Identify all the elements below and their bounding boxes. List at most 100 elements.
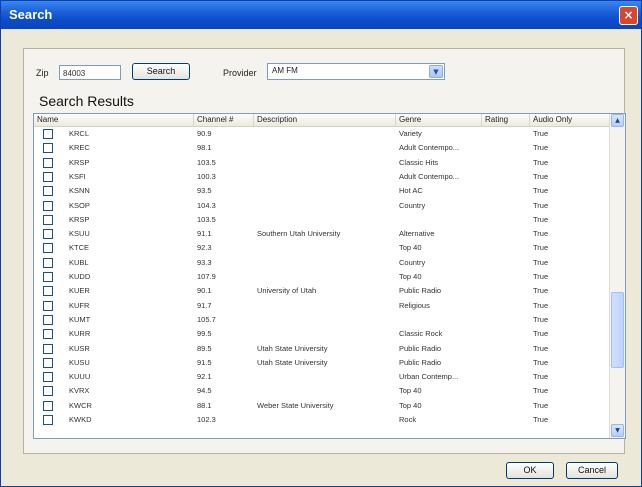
table-row[interactable]: KWKD 102.3 Rock True	[34, 414, 611, 425]
row-checkbox[interactable]	[43, 343, 53, 354]
row-checkbox[interactable]	[43, 400, 53, 411]
column-header-genre[interactable]: Genre	[396, 114, 482, 126]
table-row[interactable]: KUER 90.1 University of Utah Public Radio Tr…	[34, 285, 611, 297]
row-checkbox[interactable]	[43, 129, 53, 139]
row-checkbox[interactable]	[43, 229, 53, 240]
table-row[interactable]: KSFI 100.3 Adult Contempo... True	[34, 171, 611, 182]
cell-audio: True	[533, 357, 549, 367]
table-row[interactable]: KUSU 91.5 Utah State University Public Radi…	[34, 357, 611, 368]
title-bar[interactable]: Search ×	[1, 1, 641, 29]
table-row[interactable]: KTCE 92.3 Top 40 True	[34, 242, 611, 254]
table-row[interactable]: KUMT 105.7 True	[34, 314, 611, 325]
cell-channel: 103.5	[197, 157, 216, 167]
cell-audio: True	[533, 386, 549, 396]
row-checkbox[interactable]	[43, 143, 53, 154]
cell-rating	[485, 343, 529, 354]
scrollbar-thumb[interactable]	[611, 292, 624, 368]
table-row[interactable]: KWCR 88.1 Weber State University Top 40 True	[34, 400, 611, 411]
cell-description	[257, 328, 395, 339]
row-checkbox[interactable]	[43, 286, 53, 297]
table-row[interactable]: KURR 99.5 Classic Rock True	[34, 328, 611, 340]
row-checkbox[interactable]	[43, 243, 53, 254]
cancel-button[interactable]: Cancel	[566, 462, 618, 479]
provider-label: Provider	[223, 68, 257, 78]
row-checkbox[interactable]	[43, 314, 53, 325]
table-row[interactable]: KUFR 91.7 Religious True	[34, 300, 611, 311]
cell-channel: 89.5	[197, 343, 212, 353]
table-row[interactable]: KRSP 103.5 Classic Hits True	[34, 157, 611, 168]
table-row[interactable]: KRCL 90.9 Variety True	[34, 128, 611, 139]
row-checkbox[interactable]	[43, 415, 53, 425]
cell-name: KUBL	[69, 257, 89, 267]
table-row[interactable]: KUDD 107.9 Top 40 True	[34, 271, 611, 282]
cell-rating	[485, 414, 529, 425]
column-header-rating[interactable]: Rating	[482, 114, 530, 126]
cell-name: KTCE	[69, 243, 90, 253]
row-checkbox[interactable]	[43, 171, 53, 182]
column-header-audio-only[interactable]: Audio Only	[530, 114, 611, 126]
cell-name: KUUU	[69, 372, 91, 382]
row-checkbox[interactable]	[43, 372, 53, 383]
vertical-scrollbar[interactable]: ▲ ▼	[609, 114, 625, 438]
cell-genre: Urban Contemp...	[399, 372, 459, 382]
cell-name: KUSU	[69, 357, 90, 367]
table-row[interactable]: KUSR 89.5 Utah State University Public Radi…	[34, 343, 611, 354]
cell-audio: True	[533, 143, 549, 153]
cell-rating	[485, 200, 529, 211]
cell-name: KUSR	[69, 343, 90, 353]
cell-genre: Public Radio	[399, 357, 442, 367]
table-row[interactable]: KSUU 91.1 Southern Utah University Alternat…	[34, 228, 611, 240]
cell-audio: True	[533, 300, 549, 310]
provider-select[interactable]: AM FM ▼	[267, 63, 445, 80]
row-checkbox[interactable]	[43, 272, 53, 282]
row-checkbox[interactable]	[43, 257, 53, 268]
chevron-down-icon[interactable]: ▼	[429, 65, 443, 78]
row-checkbox[interactable]	[43, 214, 53, 225]
row-checkbox[interactable]	[43, 357, 53, 368]
cell-rating	[485, 400, 529, 411]
table-row[interactable]: KUBL 93.3 Country True	[34, 257, 611, 268]
row-checkbox[interactable]	[43, 186, 53, 197]
row-checkbox[interactable]	[43, 200, 53, 211]
cell-description	[257, 242, 395, 253]
cell-description	[257, 214, 395, 225]
row-checkbox[interactable]	[43, 386, 53, 397]
table-row[interactable]: KUUU 92.1 Urban Contemp... True	[34, 371, 611, 383]
cell-rating	[485, 157, 529, 168]
column-header-name[interactable]: Name	[34, 114, 194, 126]
cell-channel: 93.5	[197, 186, 212, 196]
cell-description	[257, 414, 395, 425]
cell-genre: Religious	[399, 300, 430, 310]
close-button[interactable]: ×	[619, 6, 638, 25]
table-row[interactable]: KSNN 93.5 Hot AC True	[34, 185, 611, 197]
cell-description: Utah State University	[257, 357, 328, 367]
cell-genre: Public Radio	[399, 343, 442, 353]
cell-name: KUFR	[69, 300, 90, 310]
results-grid[interactable]: Name Channel # Description Genre Rating …	[33, 113, 626, 439]
row-checkbox[interactable]	[43, 300, 53, 311]
cell-name: KRSP	[69, 214, 90, 224]
cell-description: Southern Utah University	[257, 229, 341, 239]
table-row[interactable]: KVRX 94.5 Top 40 True	[34, 385, 611, 397]
row-checkbox[interactable]	[43, 329, 53, 340]
cell-description	[257, 385, 395, 396]
cell-rating	[485, 142, 529, 153]
up-arrow-icon[interactable]: ▲	[611, 114, 624, 127]
ok-button[interactable]: OK	[506, 462, 554, 479]
cell-genre: Top 40	[399, 386, 422, 396]
column-header-description[interactable]: Description	[254, 114, 396, 126]
table-row[interactable]: KSOP 104.3 Country True	[34, 200, 611, 211]
cell-channel: 92.3	[197, 243, 212, 253]
cell-audio: True	[533, 314, 549, 324]
row-checkbox[interactable]	[43, 157, 53, 168]
search-button[interactable]: Search	[132, 63, 190, 80]
zip-input[interactable]: 84003	[59, 65, 121, 80]
column-header-channel[interactable]: Channel #	[194, 114, 254, 126]
table-row[interactable]: KREC 98.1 Adult Contempo... True	[34, 142, 611, 154]
cell-description	[257, 171, 395, 182]
provider-value: AM FM	[272, 66, 298, 75]
table-row[interactable]: KRSP 103.5 True	[34, 214, 611, 225]
cell-channel: 92.1	[197, 372, 212, 382]
search-dialog: Search × Zip 84003 Search Provider AM FM…	[0, 0, 642, 487]
down-arrow-icon[interactable]: ▼	[611, 424, 624, 437]
